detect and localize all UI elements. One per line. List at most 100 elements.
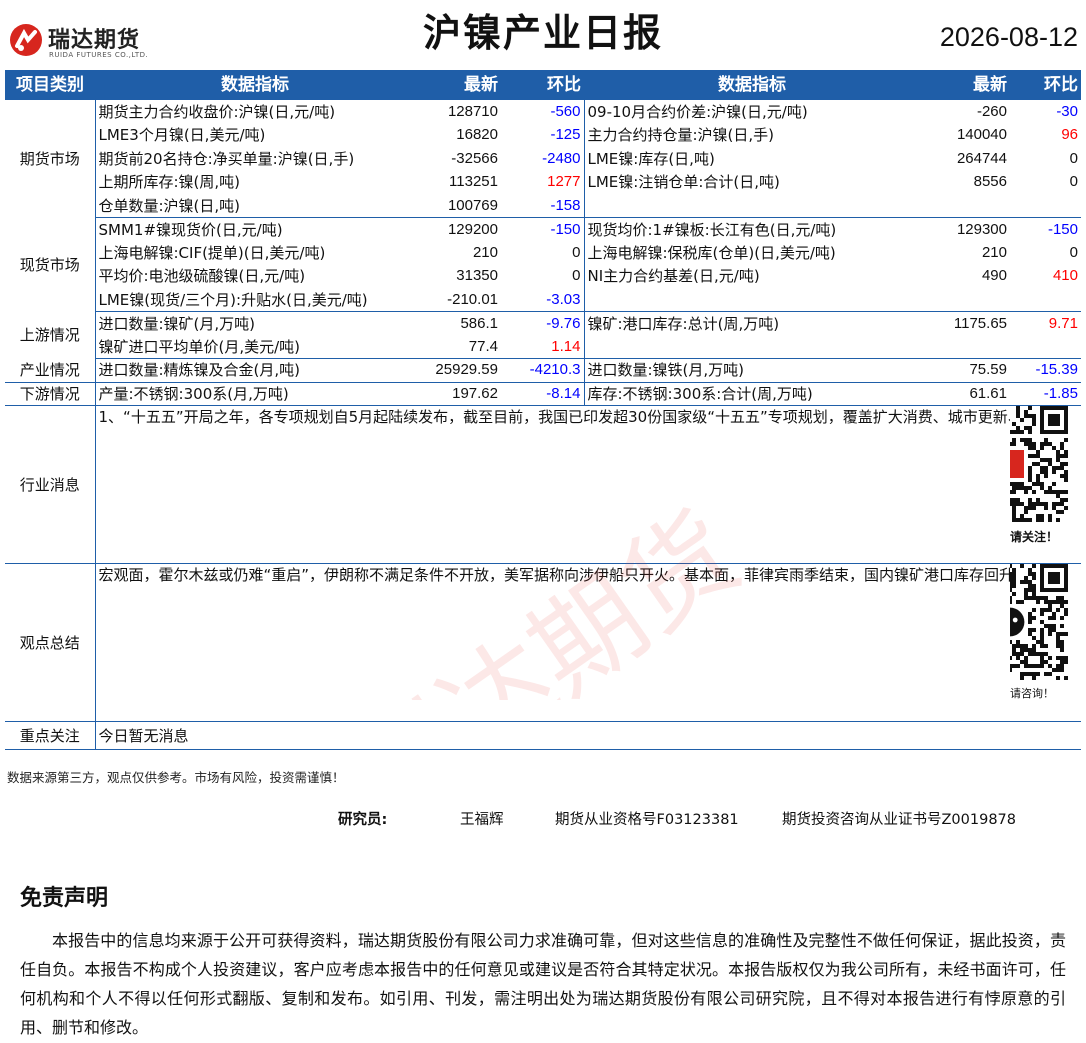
report-title: 沪镍产业日报 bbox=[422, 11, 663, 55]
indicator-name: 进口数量:精炼镍及合金(月,吨) bbox=[95, 358, 415, 383]
latest-value bbox=[920, 288, 1010, 312]
latest-value: -32566 bbox=[451, 149, 498, 167]
col-change-right: 环比 bbox=[1010, 70, 1081, 100]
indicator-name: LME3个月镍(日,美元/吨) bbox=[98, 126, 266, 145]
change-value bbox=[1010, 288, 1081, 312]
latest-value: -260 bbox=[976, 102, 1007, 120]
latest-value: 1175.65 bbox=[953, 314, 1007, 332]
category-label: 重点关注 bbox=[5, 721, 96, 750]
latest-value bbox=[920, 335, 1010, 359]
report-header: 瑞达期货 RUIDA FUTURES CO.,LTD. 沪镍产业日报 2026-… bbox=[0, 0, 1086, 68]
researcher-name: 王福辉 bbox=[460, 812, 504, 828]
indicator-name bbox=[584, 335, 920, 359]
change-value: -150 bbox=[1047, 220, 1078, 238]
change-value: -1.85 bbox=[1010, 382, 1081, 406]
indicator-name bbox=[584, 194, 920, 218]
latest-value: 25929.59 bbox=[415, 358, 501, 383]
researcher-label: 研究员: bbox=[338, 812, 388, 828]
change-value bbox=[1010, 335, 1081, 359]
change-value: -158 bbox=[501, 194, 585, 218]
indicator-name: SMM1#镍现货价(日,元/吨) bbox=[98, 220, 283, 239]
category-label: 期货市场 bbox=[5, 100, 96, 218]
latest-value: 210 bbox=[472, 243, 498, 261]
table-row: 现货市场 SMM1#镍现货价(日,元/吨) 129200 -150 现货均价:1#镍板:… bbox=[5, 217, 1081, 312]
change-value: 0 bbox=[1069, 173, 1078, 191]
industry-news-text: 1、“十五五”开局之年，各专项规划自5月起陆续发布，截至目前，我国已印发超30份… bbox=[95, 405, 1010, 564]
indicator-name: 平均价:电池级硫酸镍(日,元/吨) bbox=[98, 267, 306, 286]
change-value: -2480 bbox=[501, 147, 585, 171]
indicator-name: 镍矿:港口库存:总计(周,万吨) bbox=[587, 314, 780, 333]
change-value: 96 bbox=[1061, 126, 1078, 144]
data-table: 项目类别 数据指标 最新 环比 数据指标 最新 环比 期货市场 期货主力合约收盘价… bbox=[5, 70, 1081, 750]
news-qr-block: 更多资讯请关注！ bbox=[1010, 405, 1081, 564]
table-header-row: 项目类别 数据指标 最新 环比 数据指标 最新 环比 bbox=[5, 70, 1081, 100]
futures-cert-number: 期货从业资格号F03123381 bbox=[555, 812, 739, 828]
indicator-name: 主力合约持仓量:沪镍(日,手) bbox=[587, 126, 775, 145]
change-value: 0 bbox=[501, 264, 585, 288]
change-value: 410 bbox=[1052, 267, 1078, 285]
change-value: -9.76 bbox=[501, 311, 585, 335]
col-latest-right: 最新 bbox=[920, 70, 1010, 100]
change-value bbox=[1010, 194, 1081, 218]
category-label: 行业消息 bbox=[5, 405, 96, 564]
col-latest-left: 最新 bbox=[415, 70, 501, 100]
latest-value: 113251 bbox=[449, 173, 498, 191]
change-value: 0 bbox=[501, 241, 585, 265]
change-value: -125 bbox=[501, 123, 585, 147]
latest-value: 16820 bbox=[456, 126, 498, 144]
latest-value: 140040 bbox=[956, 126, 1007, 144]
table-row: 上游情况 进口数量:镍矿(月,万吨) 586.1 -9.76 镍矿:港口库存:总计(周,… bbox=[5, 311, 1081, 359]
disclaimer-body: 本报告中的信息均来源于公开可获得资料，瑞达期货股份有限公司力求准确可靠，但对这些… bbox=[20, 931, 1066, 1037]
indicator-name: 产量:不锈钢:300系(月,万吨) bbox=[95, 382, 415, 406]
latest-value: -210.01 bbox=[415, 288, 501, 312]
indicator-name: NI主力合约基差(日,元/吨) bbox=[587, 267, 760, 286]
indicator-name: 期货前20名持仓:净买单量:沪镍(日,手) bbox=[98, 149, 355, 168]
latest-value: 100769 bbox=[415, 194, 501, 218]
indicator-name: 期货主力合约收盘价:沪镍(日,元/吨) bbox=[98, 102, 336, 121]
col-indicator-left: 数据指标 bbox=[95, 70, 415, 100]
latest-value: 128710 bbox=[447, 102, 498, 120]
viewpoint-row: 观点总结 宏观面，霍尔木兹或仍难“重启”，伊朗称不满足条件不开放，美军据称向涉伊… bbox=[5, 563, 1081, 722]
latest-value: 31350 bbox=[456, 267, 498, 285]
indicator-name bbox=[584, 288, 920, 312]
col-category: 项目类别 bbox=[5, 70, 95, 100]
indicator-name: 现货均价:1#镍板:长江有色(日,元/吨) bbox=[587, 220, 837, 239]
report-date: 2026-08-12 bbox=[939, 22, 1078, 52]
data-source-note: 数据来源第三方，观点仅供参考。市场有风险，投资需谨慎！ bbox=[7, 770, 345, 785]
indicator-name: 仓单数量:沪镍(日,吨) bbox=[95, 194, 415, 218]
category-label: 上游情况 bbox=[5, 311, 96, 359]
table-row: 上海电解镍:CIF(提单)(日,美元/吨) 210 0 上海电解镍:保税库(仓单)(日… bbox=[5, 241, 1081, 265]
latest-value: 490 bbox=[981, 267, 1007, 285]
latest-value: 61.61 bbox=[920, 382, 1010, 406]
viewpoint-qr-block: 更多观点请咨询！ bbox=[1010, 563, 1081, 722]
table-row: 产业情况 进口数量:精炼镍及合金(月,吨) 25929.59 -4210.3 进口数量:… bbox=[5, 358, 1081, 383]
latest-value: 197.62 bbox=[415, 382, 501, 406]
table-row: 上期所库存:镍(周,吨) 113251 1277 LME镍:注销仓单:合计(日,吨) 8… bbox=[5, 170, 1081, 194]
latest-value: 264744 bbox=[956, 149, 1007, 167]
table-row: 仓单数量:沪镍(日,吨) 100769 -158 bbox=[5, 194, 1081, 218]
table-row: 下游情况 产量:不锈钢:300系(月,万吨) 197.62 -8.14 库存:不锈钢:3… bbox=[5, 382, 1081, 406]
latest-value: 129300 bbox=[956, 220, 1007, 238]
change-value: 0 bbox=[1069, 243, 1078, 261]
indicator-name: 09-10月合约价差:沪镍(日,元/吨) bbox=[587, 102, 808, 121]
qr-code-icon bbox=[1010, 406, 1068, 522]
category-label: 下游情况 bbox=[5, 382, 96, 406]
change-value: 1277 bbox=[501, 170, 585, 194]
table-row: LME镍(现货/三个月):升贴水(日,美元/吨) -210.01 -3.03 bbox=[5, 288, 1081, 312]
latest-value: 129200 bbox=[447, 220, 498, 238]
indicator-name: 上期所库存:镍(周,吨) bbox=[98, 173, 241, 192]
latest-value bbox=[920, 194, 1010, 218]
col-indicator-right: 数据指标 bbox=[584, 70, 920, 100]
indicator-name: 进口数量:镍铁(月,万吨) bbox=[584, 358, 920, 383]
table-row: 镍矿进口平均单价(月,美元/吨) 77.4 1.14 bbox=[5, 335, 1081, 359]
latest-value: 75.59 bbox=[920, 358, 1010, 383]
viewpoint-text: 宏观面，霍尔木兹或仍难“重启”，伊朗称不满足条件不开放，美军据称向涉伊船只开火。… bbox=[95, 563, 1010, 722]
col-change-left: 环比 bbox=[501, 70, 584, 100]
table-row: LME3个月镍(日,美元/吨) 16820 -125 主力合约持仓量:沪镍(日,手) 1… bbox=[5, 123, 1081, 147]
change-value: -15.39 bbox=[1010, 358, 1081, 383]
change-value: 1.14 bbox=[501, 335, 585, 359]
indicator-name: 进口数量:镍矿(月,万吨) bbox=[98, 314, 256, 333]
indicator-name: 上海电解镍:CIF(提单)(日,美元/吨) bbox=[98, 243, 326, 262]
industry-news-row: 行业消息 1、“十五五”开局之年，各专项规划自5月起陆续发布，截至目前，我国已印… bbox=[5, 405, 1081, 564]
change-value: -4210.3 bbox=[501, 358, 585, 383]
